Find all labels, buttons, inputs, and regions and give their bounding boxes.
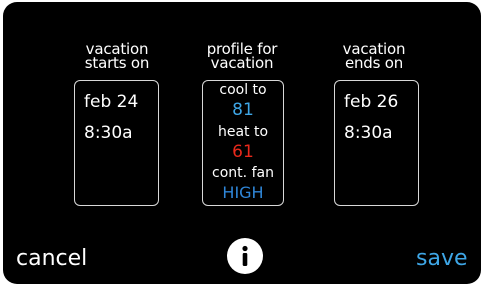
vacation-start-heading-line2: starts on	[84, 54, 150, 72]
profile-heading-line2: vacation	[210, 54, 274, 72]
vacation-end-date: feb 26	[344, 92, 399, 112]
vacation-start-date: feb 24	[84, 92, 139, 112]
cool-to-label: cool to	[219, 82, 267, 98]
cont-fan-value: HIGH	[222, 183, 264, 202]
heat-to-value: 61	[232, 142, 254, 162]
vacation-start-panel[interactable]: feb 24 8:30a	[74, 80, 159, 206]
vacation-end-heading-line2: ends on	[344, 54, 404, 72]
profile-heading: profile for vacation	[196, 42, 288, 72]
vacation-start-heading: vacation starts on	[74, 42, 160, 72]
info-button[interactable]	[227, 238, 263, 274]
thermostat-screen: vacation starts on profile for vacation …	[3, 2, 481, 284]
vacation-profile-panel[interactable]: cool to 81 heat to 61 cont. fan HIGH	[202, 80, 284, 206]
cont-fan-label: cont. fan	[212, 165, 274, 181]
save-button[interactable]: save	[416, 247, 468, 271]
cool-to-value: 81	[232, 100, 254, 120]
vacation-start-time: 8:30a	[84, 123, 133, 143]
vacation-end-heading: vacation ends on	[331, 42, 417, 72]
vacation-end-time: 8:30a	[344, 123, 393, 143]
heat-to-label: heat to	[217, 124, 269, 140]
info-icon	[242, 245, 248, 266]
vacation-end-panel[interactable]: feb 26 8:30a	[334, 80, 419, 206]
cancel-button[interactable]: cancel	[16, 247, 87, 271]
